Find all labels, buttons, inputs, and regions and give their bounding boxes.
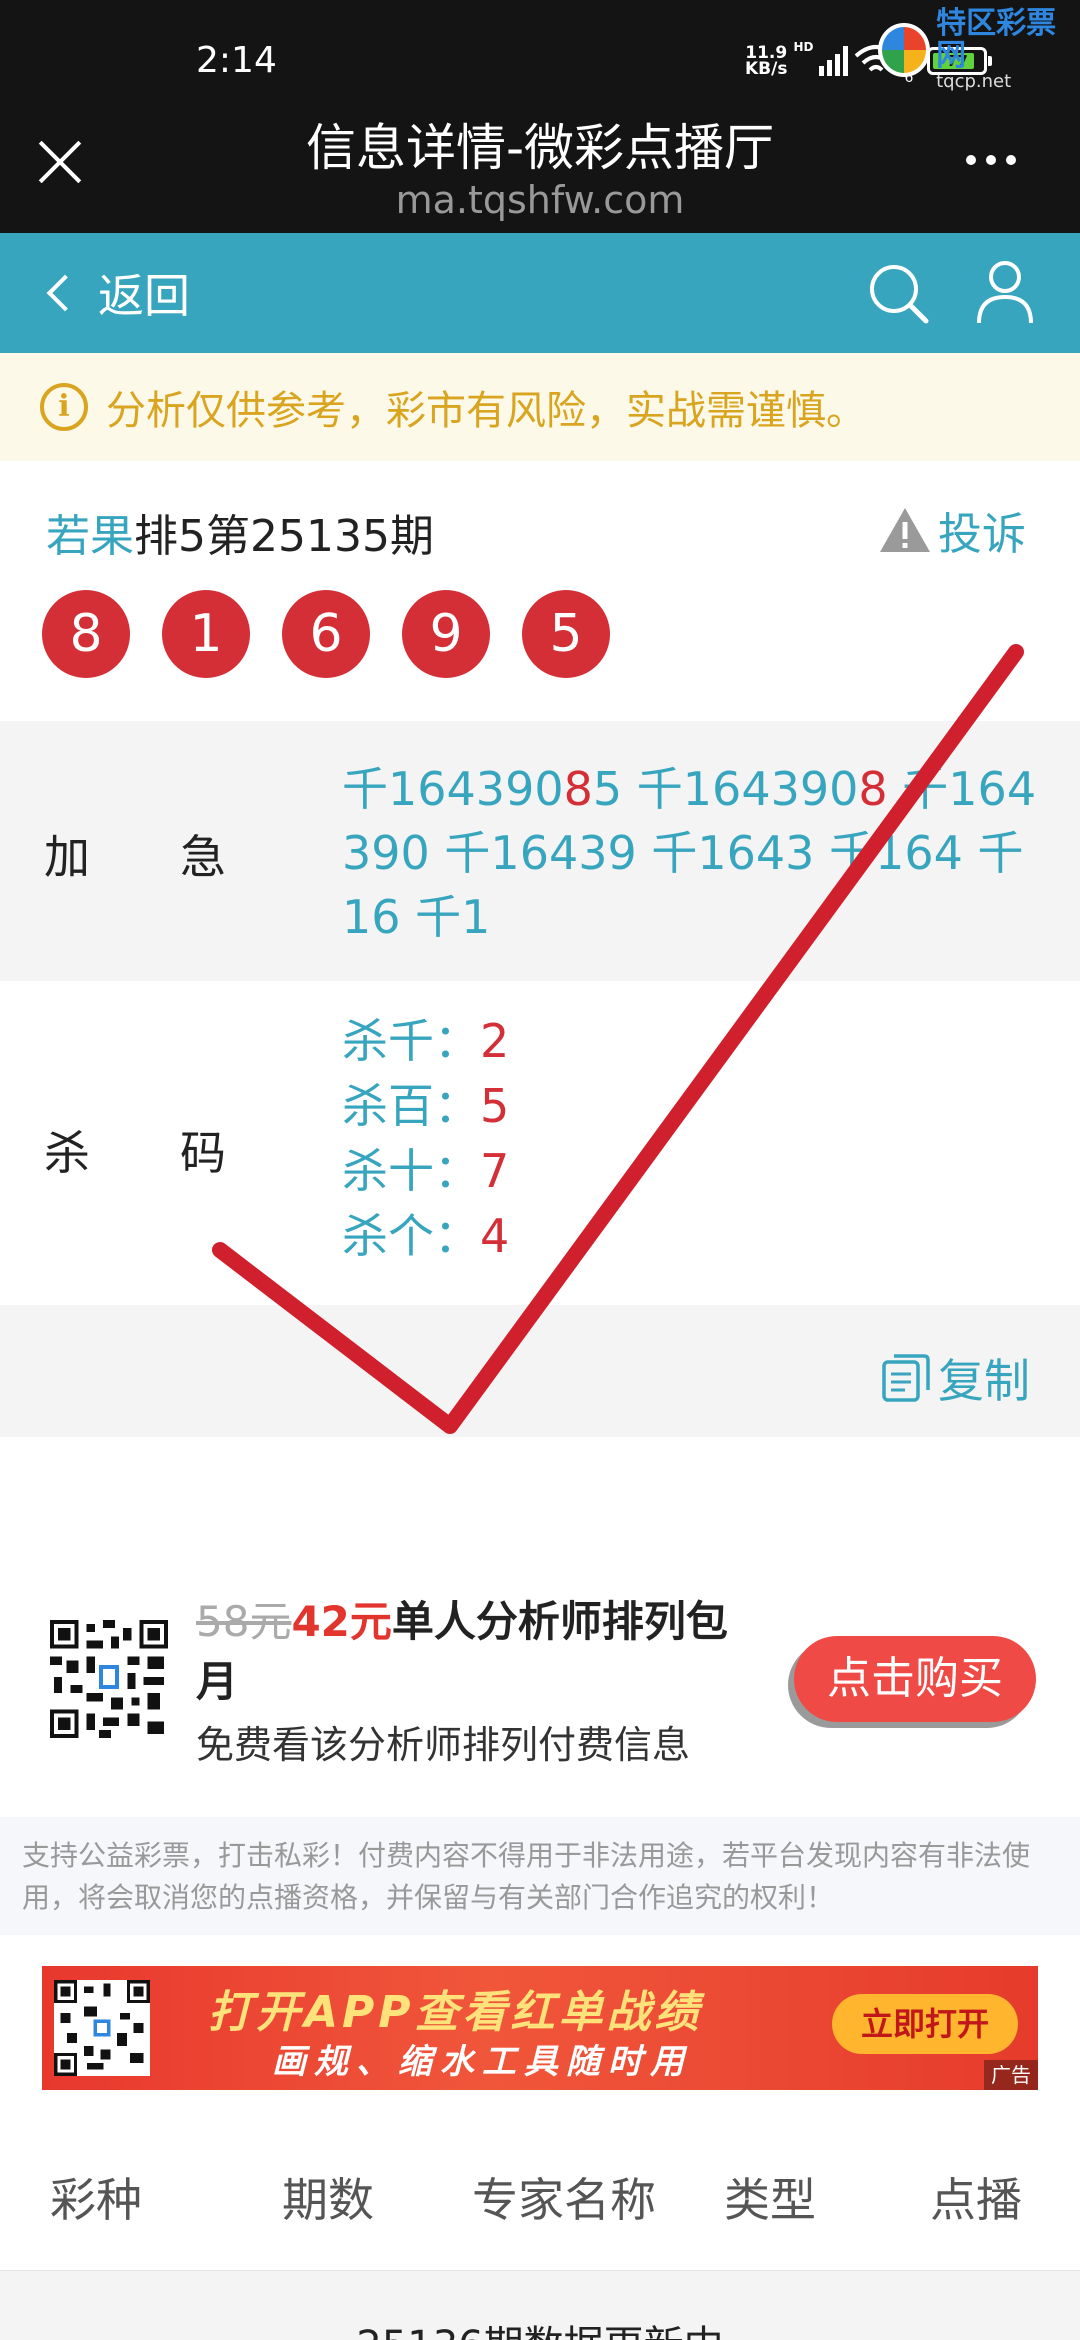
- hd-badge: HD: [793, 40, 814, 54]
- result-ball: 8: [42, 590, 130, 678]
- back-button[interactable]: 返回: [44, 258, 190, 328]
- kill-item: 杀千：2: [342, 1014, 510, 1068]
- complain-button[interactable]: 投诉: [878, 498, 1026, 562]
- complain-label: 投诉: [938, 509, 1026, 560]
- shama-label: 杀码: [44, 1126, 316, 1180]
- open-app-button[interactable]: 立即打开: [832, 1994, 1018, 2054]
- result-ball: 9: [402, 590, 490, 678]
- table-status-row: 25136期数据更新中: [0, 2270, 1080, 2340]
- old-price: 58元: [196, 1597, 292, 1646]
- banner-qr-code-icon: [54, 1980, 150, 2076]
- watermark-url: tqcp.net: [936, 71, 1012, 92]
- author-name[interactable]: 若果: [46, 511, 134, 562]
- search-icon[interactable]: [866, 261, 930, 325]
- col-expert[interactable]: 专家名称: [472, 2164, 656, 2230]
- period-label: 排5第25135期: [134, 511, 434, 562]
- new-price: 42元: [291, 1597, 392, 1646]
- notice-text: 分析仅供参考，彩市有风险，实战需谨慎。: [106, 388, 866, 434]
- watermark-logo-icon: [878, 23, 931, 77]
- copy-label: 复制: [938, 1354, 1030, 1408]
- ad-tag: 广告: [984, 2060, 1038, 2090]
- watermark: 特区彩票网 tqcp.net: [878, 8, 1080, 92]
- package-title: 58元42元单人分析师排列包月: [196, 1597, 728, 1706]
- kill-item: 杀个：4: [342, 1209, 510, 1263]
- col-period[interactable]: 期数: [282, 2164, 374, 2230]
- qr-code-icon: [50, 1620, 168, 1738]
- back-label: 返回: [98, 269, 190, 323]
- table-status-text: 25136期数据更新中: [0, 2313, 1080, 2340]
- page-title: 信息详情-微彩点播厅: [305, 119, 775, 177]
- kill-item: 杀百：5: [342, 1079, 510, 1133]
- signal-icon: [819, 46, 849, 76]
- jiaji-content: 千16439085 千1643908 千164390 千16439 千1643 …: [342, 762, 1037, 944]
- browser-top-bar: 2:14 11.9 KB/s HD 6 77 特区彩票网 tqcp.net 信息…: [0, 0, 1080, 233]
- col-play[interactable]: 点播: [930, 2164, 1022, 2230]
- jiaji-label: 加急: [44, 830, 316, 884]
- nav-bar: 返回: [0, 233, 1080, 353]
- copy-icon: [882, 1354, 930, 1402]
- buy-button[interactable]: 点击购买: [794, 1636, 1036, 1722]
- page-url: ma.tqshfw.com: [395, 178, 685, 222]
- user-icon[interactable]: [976, 259, 1034, 325]
- result-balls: 8 1 6 9 5: [42, 590, 610, 678]
- kill-list: 杀千：2 杀百：5 杀十：7 杀个：4: [342, 1009, 509, 1269]
- app-banner-ad[interactable]: 打开APP查看红单战绩 画规、缩水工具随时用 立即打开 广告: [42, 1966, 1038, 2090]
- warning-icon: [880, 508, 930, 552]
- result-ball: 5: [522, 590, 610, 678]
- banner-subline: 画规、缩水工具随时用: [272, 2042, 692, 2082]
- result-ball: 1: [162, 590, 250, 678]
- package-subtitle: 免费看该分析师排列付费信息: [196, 1723, 691, 1767]
- status-time: 2:14: [196, 40, 277, 81]
- more-options-icon[interactable]: [966, 155, 1016, 165]
- copy-button[interactable]: 复制: [880, 1345, 1030, 1411]
- period-title: 若果排5第25135期: [46, 500, 434, 564]
- disclaimer-text: 支持公益彩票，打击私彩！付费内容不得用于非法用途，若平台发现内容有非法使用，将会…: [0, 1817, 1080, 1935]
- col-type[interactable]: 类型: [724, 2164, 816, 2230]
- watermark-title: 特区彩票网: [936, 6, 1057, 73]
- risk-notice: i 分析仅供参考，彩市有风险，实战需谨慎。: [0, 353, 1080, 461]
- result-ball: 6: [282, 590, 370, 678]
- table-header: 彩种 期数 专家名称 类型 点播: [0, 2128, 1080, 2270]
- shama-row: 杀码 杀千：2 杀百：5 杀十：7 杀个：4: [0, 981, 1080, 1305]
- banner-headline: 打开APP查看红单战绩: [208, 1987, 703, 2038]
- net-speed: 11.9 KB/s: [745, 43, 788, 79]
- kill-item: 杀十：7: [342, 1144, 510, 1198]
- col-lottery[interactable]: 彩种: [50, 2164, 142, 2230]
- chevron-left-icon: [46, 274, 84, 312]
- info-icon: i: [40, 383, 88, 431]
- jiaji-row: 加急 千16439085 千1643908 千164390 千16439 千16…: [0, 721, 1080, 981]
- copy-row: 复制: [0, 1305, 1080, 1437]
